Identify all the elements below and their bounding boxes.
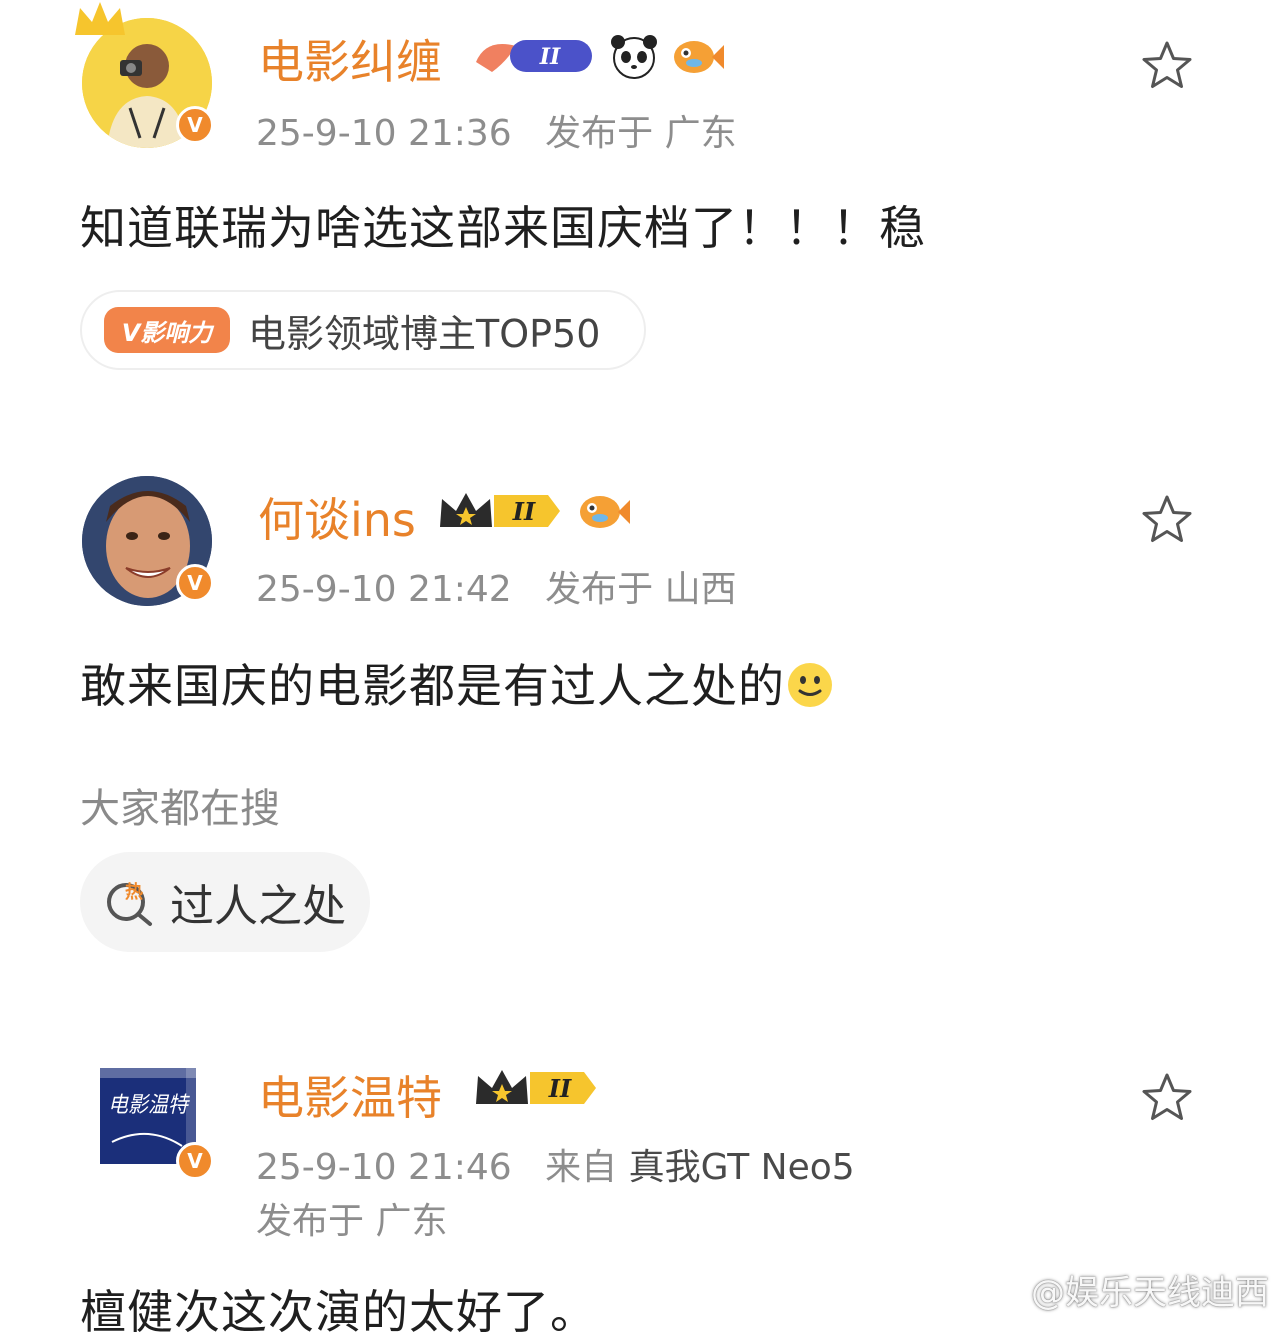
user-badges: II bbox=[436, 486, 630, 536]
fish-icon bbox=[580, 496, 630, 528]
meta: 25-9-10 21:36 发布于 广东 bbox=[256, 104, 737, 156]
crown-level-badge-icon: II bbox=[440, 493, 560, 527]
trending-label: 大家都在搜 bbox=[80, 786, 280, 832]
panda-icon bbox=[611, 35, 657, 79]
hot-search-icon: 热 bbox=[107, 881, 152, 926]
comment-text: 知道联瑞为啥选这部来国庆档了！！！稳 bbox=[80, 201, 926, 255]
weibo-logo-icon bbox=[977, 1278, 1018, 1309]
timestamp: 25-9-10 21:42 bbox=[256, 569, 512, 610]
location: 发布于 广东 bbox=[256, 1201, 448, 1242]
avatar[interactable]: V bbox=[82, 476, 214, 606]
comment-text: 敢来国庆的电影都是有过人之处的 bbox=[80, 659, 785, 713]
avatar[interactable]: 电影温特 V bbox=[82, 1054, 214, 1184]
smile-emoji-icon bbox=[788, 663, 832, 707]
page: { "comments": [ { "name": "电影纠缠", "level… bbox=[0, 0, 1281, 1339]
hot-badge-text: 热 bbox=[125, 881, 143, 903]
location: 发布于 广东 bbox=[545, 113, 737, 154]
user-badges: II bbox=[472, 30, 724, 82]
level-text: II bbox=[539, 44, 561, 70]
source-prefix: 来自 bbox=[545, 1147, 618, 1188]
star-icon[interactable] bbox=[1139, 38, 1195, 94]
influence-badge: V影响力 bbox=[104, 307, 230, 353]
meta: 25-9-10 21:42 发布于 山西 bbox=[256, 560, 737, 612]
influence-rank-tag[interactable]: V影响力 电影领域博主TOP50 bbox=[80, 290, 646, 370]
user-badges: II bbox=[472, 1064, 602, 1112]
watermark-text: @娱乐天线迪西 bbox=[1031, 1273, 1269, 1313]
username[interactable]: 何谈ins bbox=[258, 484, 416, 550]
device-source[interactable]: 真我GT Neo5 bbox=[629, 1147, 855, 1188]
fish-icon bbox=[674, 41, 724, 73]
trending-search-chip[interactable]: 热 过人之处 bbox=[80, 852, 370, 952]
verified-badge-icon: V bbox=[176, 106, 214, 144]
star-icon[interactable] bbox=[1139, 1070, 1195, 1126]
crown-icon bbox=[75, 2, 125, 35]
level-text: II bbox=[548, 1074, 572, 1103]
username[interactable]: 电影温特 bbox=[258, 1062, 442, 1128]
comment-text: 檀健次这次演的太好了。 bbox=[80, 1285, 597, 1339]
trending-item: 过人之处 bbox=[170, 881, 346, 932]
level-text: II bbox=[512, 497, 536, 526]
username[interactable]: 电影纠缠 bbox=[258, 26, 442, 92]
rank-text: 电影领域博主TOP50 bbox=[248, 311, 601, 356]
meta: 25-9-10 21:46 来自 真我GT Neo5 bbox=[256, 1138, 855, 1190]
logo-text: 电影温特 bbox=[108, 1093, 191, 1118]
star-icon[interactable] bbox=[1139, 492, 1195, 548]
verified-badge-icon: V bbox=[176, 564, 214, 602]
comment-text-row: 敢来国庆的电影都是有过人之处的 bbox=[80, 650, 835, 716]
shrimp-level-badge-icon: II bbox=[476, 40, 592, 72]
crown-level-badge-icon: II bbox=[476, 1070, 596, 1104]
location: 发布于 山西 bbox=[545, 569, 737, 610]
timestamp: 25-9-10 21:46 bbox=[256, 1147, 512, 1188]
watermark: @娱乐天线迪西 bbox=[976, 1265, 1269, 1314]
verified-badge-icon: V bbox=[176, 1142, 214, 1180]
timestamp: 25-9-10 21:36 bbox=[256, 113, 512, 154]
